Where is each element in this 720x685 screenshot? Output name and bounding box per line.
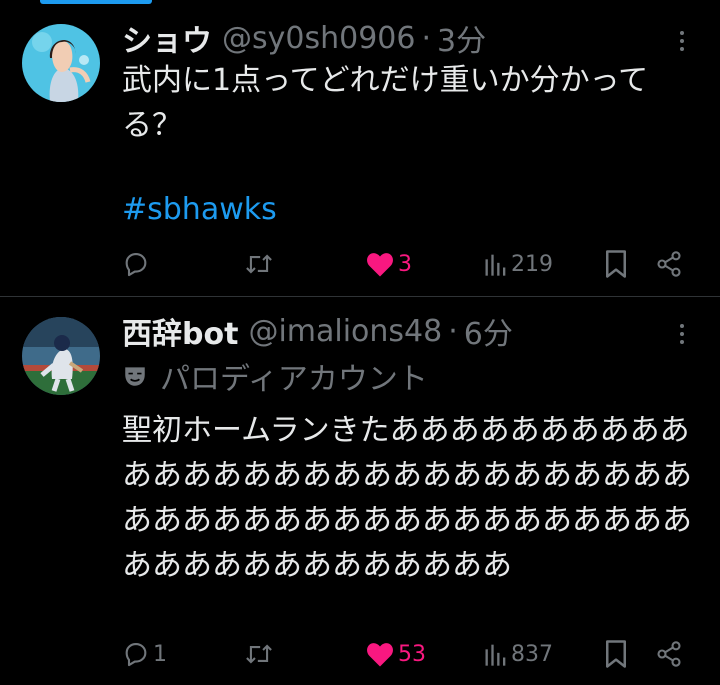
share-button[interactable] xyxy=(655,244,683,284)
timestamp[interactable]: 3分 xyxy=(437,16,486,60)
reply-icon xyxy=(125,643,147,667)
tweet-header: ショウ @sy0sh0906 · 3分 xyxy=(122,16,486,60)
share-icon xyxy=(657,251,681,277)
parody-label: パロディアカウント xyxy=(122,354,428,398)
like-count: 53 xyxy=(398,641,426,667)
user-avatar[interactable] xyxy=(22,24,100,102)
retweet-button[interactable] xyxy=(244,634,277,674)
tweet-header: 西辞bot @imalions48 · 6分 xyxy=(122,309,513,353)
tweet[interactable]: ショウ @sy0sh0906 · 3分 武内に1点ってどれだけ重いか分かってる？… xyxy=(0,0,720,297)
more-options-icon[interactable] xyxy=(672,319,692,349)
action-bar: 1 53 837 xyxy=(0,634,720,674)
user-handle[interactable]: @sy0sh0906 xyxy=(222,21,415,56)
separator-dot: · xyxy=(421,20,432,56)
retweet-icon xyxy=(246,254,272,274)
action-bar: 3 219 xyxy=(0,244,720,284)
separator-dot: · xyxy=(448,313,458,349)
like-button[interactable]: 53 xyxy=(365,634,426,674)
views-button[interactable]: 219 xyxy=(484,244,553,284)
reply-count: 1 xyxy=(153,641,167,667)
user-handle[interactable]: @imalions48 xyxy=(248,314,442,349)
views-button[interactable]: 837 xyxy=(484,634,553,674)
bookmark-icon xyxy=(606,640,626,668)
bookmark-icon xyxy=(606,250,626,278)
like-button[interactable]: 3 xyxy=(365,244,412,284)
reply-button[interactable] xyxy=(122,244,153,284)
views-icon xyxy=(485,644,506,666)
tweet-text: 聖初ホームランきたあああああああああああああああああああああああああああああああ… xyxy=(122,413,692,583)
reply-button[interactable]: 1 xyxy=(122,634,167,674)
share-button[interactable] xyxy=(655,634,683,674)
bookmark-button[interactable] xyxy=(603,634,629,674)
retweet-button[interactable] xyxy=(244,244,277,284)
retweet-icon xyxy=(246,644,272,664)
views-count: 219 xyxy=(511,251,553,277)
timestamp[interactable]: 6分 xyxy=(464,309,513,353)
bookmark-button[interactable] xyxy=(603,244,629,284)
share-icon xyxy=(657,641,681,667)
reply-icon xyxy=(125,253,147,277)
tweet-text: 武内に1点ってどれだけ重いか分かってる？ xyxy=(122,63,649,143)
tweet-divider xyxy=(0,296,720,297)
views-icon xyxy=(485,254,506,276)
more-options-icon[interactable] xyxy=(672,26,692,56)
display-name[interactable]: 西辞bot xyxy=(122,309,238,353)
mask-icon xyxy=(125,367,145,386)
hashtag-link[interactable]: #sbhawks xyxy=(122,187,277,232)
like-count: 3 xyxy=(398,251,412,277)
display-name[interactable]: ショウ xyxy=(122,16,212,60)
heart-filled-icon xyxy=(367,643,393,667)
user-avatar[interactable] xyxy=(22,317,100,395)
views-count: 837 xyxy=(511,641,553,667)
parody-text: パロディアカウント xyxy=(160,362,428,397)
heart-filled-icon xyxy=(367,253,393,277)
